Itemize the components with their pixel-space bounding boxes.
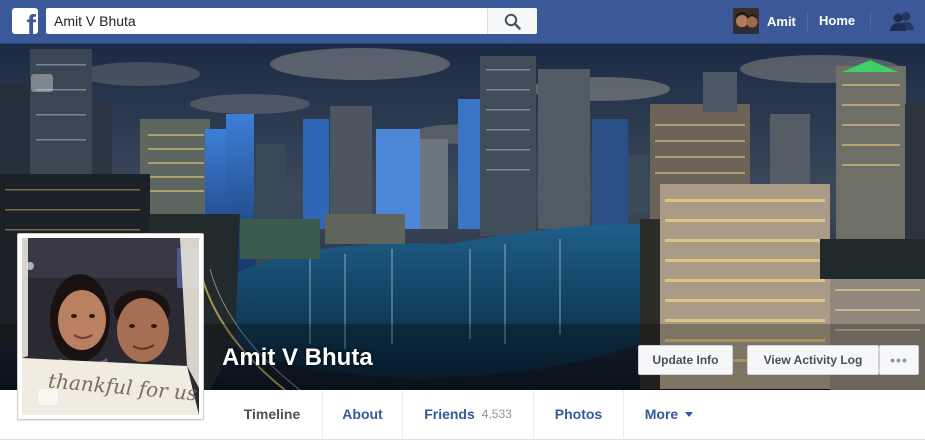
- friends-count: 4,533: [481, 407, 512, 421]
- tab-about[interactable]: About: [323, 390, 403, 438]
- home-link[interactable]: Home: [819, 13, 855, 28]
- search-input[interactable]: [46, 8, 486, 34]
- nav-profile-link[interactable]: Amit: [733, 8, 796, 34]
- avatar: [733, 8, 759, 34]
- update-info-button[interactable]: Update Info: [638, 345, 733, 375]
- profile-name: Amit V Bhuta: [222, 344, 373, 371]
- tab-more-label: More: [644, 406, 679, 422]
- nav-divider: [870, 11, 871, 31]
- facebook-logo[interactable]: f: [12, 8, 38, 34]
- profile-picture[interactable]: thankful for us: [17, 233, 204, 420]
- tab-friends[interactable]: Friends 4,533: [403, 390, 534, 438]
- more-options-button[interactable]: •••: [879, 345, 919, 375]
- friend-requests-icon[interactable]: [889, 11, 915, 31]
- view-activity-log-button[interactable]: View Activity Log: [747, 345, 879, 375]
- tab-friends-label: Friends: [424, 406, 475, 422]
- search-box: [46, 8, 537, 34]
- search-button[interactable]: [487, 8, 537, 34]
- nav-divider: [807, 11, 808, 31]
- chevron-down-icon: [685, 411, 694, 417]
- tab-more[interactable]: More: [624, 390, 714, 438]
- profile-camera-icon[interactable]: [38, 389, 58, 405]
- tab-timeline[interactable]: Timeline: [222, 390, 323, 438]
- tab-photos[interactable]: Photos: [534, 390, 624, 438]
- top-bar: f Amit Home: [0, 0, 925, 44]
- nav-user-name: Amit: [767, 13, 796, 29]
- search-icon: [504, 13, 521, 30]
- cover-camera-icon[interactable]: [31, 74, 53, 92]
